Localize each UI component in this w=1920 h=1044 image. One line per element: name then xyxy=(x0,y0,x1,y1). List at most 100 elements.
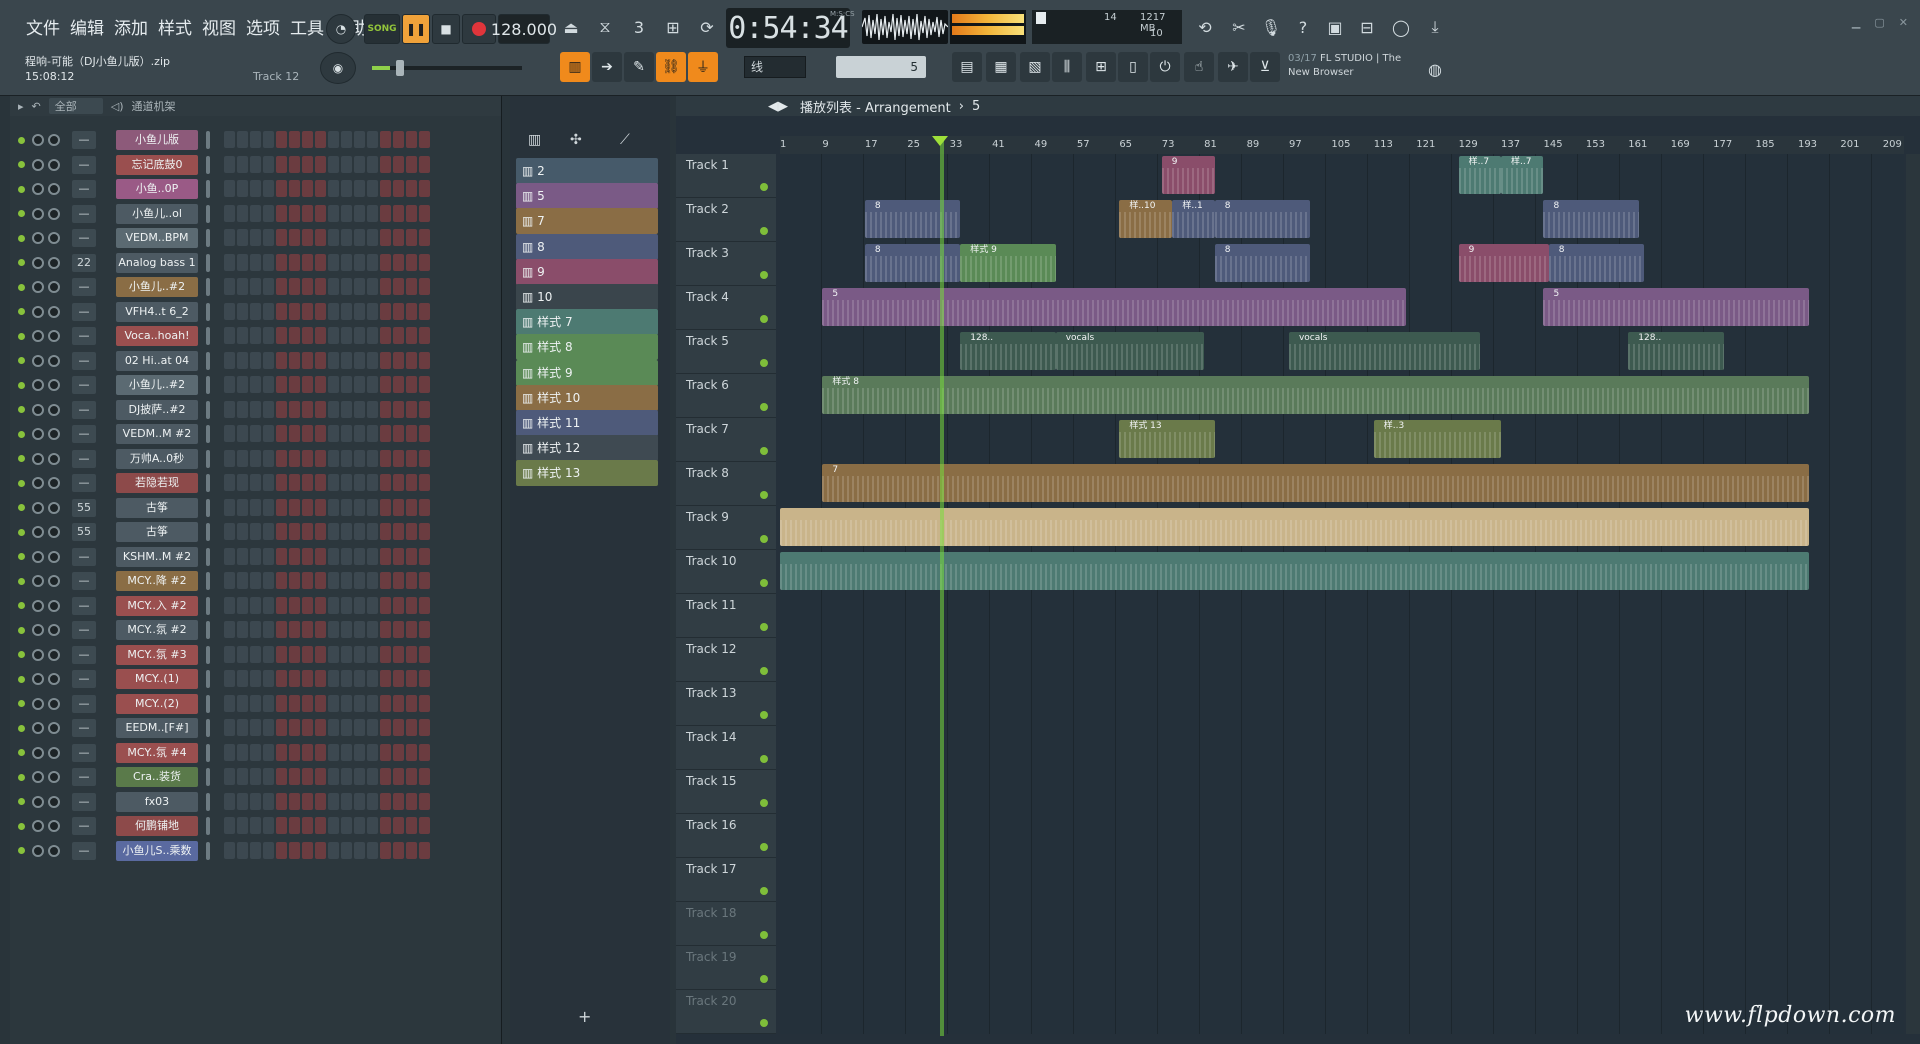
step-button[interactable] xyxy=(406,670,417,687)
step-button[interactable] xyxy=(315,645,326,663)
step-button[interactable] xyxy=(354,229,365,246)
channel-led[interactable] xyxy=(18,283,25,291)
step-button[interactable] xyxy=(380,817,391,834)
channel-led[interactable] xyxy=(18,455,25,462)
step-button[interactable] xyxy=(354,670,365,687)
step-button[interactable] xyxy=(406,498,417,516)
volume-knob[interactable] xyxy=(32,624,44,636)
step-button[interactable] xyxy=(250,327,261,344)
step-button[interactable] xyxy=(263,523,274,540)
step-button[interactable] xyxy=(224,204,235,222)
step-button[interactable] xyxy=(328,474,339,491)
channel-name-button[interactable]: MCY..氛 #2 xyxy=(116,620,198,640)
mixer-track-number[interactable]: — xyxy=(72,302,96,321)
step-button[interactable] xyxy=(315,572,326,589)
step-button[interactable] xyxy=(237,596,248,614)
step-button[interactable] xyxy=(406,474,417,491)
playlist-clip[interactable]: vocals xyxy=(1055,332,1205,370)
step-button[interactable] xyxy=(393,498,404,516)
step-button[interactable] xyxy=(380,547,391,565)
step-button[interactable] xyxy=(341,547,352,565)
step-button[interactable] xyxy=(302,131,313,148)
step-button[interactable] xyxy=(380,719,391,736)
channel-select-indicator[interactable] xyxy=(206,841,210,860)
pan-knob[interactable] xyxy=(48,820,60,832)
microphone-icon[interactable]: 🎙 xyxy=(1256,10,1286,44)
step-button[interactable] xyxy=(367,400,378,418)
track-mute-led[interactable] xyxy=(760,931,768,939)
step-button[interactable] xyxy=(406,302,417,320)
step-button[interactable] xyxy=(393,841,404,859)
menu-add[interactable]: 添加 xyxy=(110,12,152,41)
step-button[interactable] xyxy=(367,131,378,148)
step-button[interactable] xyxy=(341,327,352,344)
mixer-track-number[interactable]: — xyxy=(72,327,96,345)
step-button[interactable] xyxy=(263,719,274,736)
volume-knob[interactable] xyxy=(32,722,44,734)
mixer-track-number[interactable]: — xyxy=(72,400,96,419)
playlist-clip[interactable]: 样..10 xyxy=(1119,200,1173,238)
step-button[interactable] xyxy=(237,743,248,761)
step-button[interactable] xyxy=(276,327,287,344)
pan-knob[interactable] xyxy=(48,134,60,146)
step-button[interactable] xyxy=(380,498,391,516)
playlist-clip[interactable]: 9 xyxy=(1161,156,1215,194)
step-button[interactable] xyxy=(380,229,391,246)
step-button[interactable] xyxy=(276,743,287,761)
step-button[interactable] xyxy=(393,694,404,712)
channel-led[interactable] xyxy=(18,773,25,781)
step-button[interactable] xyxy=(289,498,300,516)
step-button[interactable] xyxy=(367,694,378,712)
step-button[interactable] xyxy=(393,817,404,834)
step-button[interactable] xyxy=(302,302,313,320)
step-button[interactable] xyxy=(380,131,391,148)
step-button[interactable] xyxy=(289,400,300,418)
step-button[interactable] xyxy=(419,768,430,785)
step-button[interactable] xyxy=(315,351,326,369)
track-header[interactable]: Track 16 xyxy=(676,814,776,858)
track-mute-led[interactable] xyxy=(760,359,768,367)
step-button[interactable] xyxy=(328,425,339,442)
step-button[interactable] xyxy=(419,792,430,810)
step-button[interactable] xyxy=(302,817,313,834)
step-button[interactable] xyxy=(315,474,326,491)
step-button[interactable] xyxy=(315,768,326,785)
channel-led[interactable] xyxy=(18,602,25,609)
track-header[interactable]: Track 18 xyxy=(676,902,776,946)
track-header[interactable]: Track 20 xyxy=(676,990,776,1034)
step-button[interactable] xyxy=(289,302,300,320)
channel-select-indicator[interactable] xyxy=(206,327,210,345)
step-button[interactable] xyxy=(328,719,339,736)
step-button[interactable] xyxy=(354,180,365,197)
step-button[interactable] xyxy=(419,621,430,638)
step-button[interactable] xyxy=(393,425,404,442)
step-button[interactable] xyxy=(328,547,339,565)
step-button[interactable] xyxy=(354,376,365,393)
track-mute-led[interactable] xyxy=(760,887,768,895)
step-button[interactable] xyxy=(328,768,339,785)
step-button[interactable] xyxy=(367,719,378,736)
step-button[interactable] xyxy=(263,547,274,565)
picker-pattern-item[interactable]: ▥ 9 xyxy=(516,258,658,285)
picker-pattern-item[interactable]: ▥ 8 xyxy=(516,233,658,260)
step-button[interactable] xyxy=(224,474,235,491)
channel-led[interactable] xyxy=(18,234,25,242)
step-button[interactable] xyxy=(354,547,365,565)
track-mute-led[interactable] xyxy=(760,315,768,323)
step-button[interactable] xyxy=(315,155,326,173)
step-button[interactable] xyxy=(393,229,404,246)
step-button[interactable] xyxy=(419,180,430,197)
track-mute-led[interactable] xyxy=(760,711,768,719)
step-button[interactable] xyxy=(302,792,313,810)
step-button[interactable] xyxy=(289,596,300,614)
step-button[interactable] xyxy=(250,547,261,565)
step-button[interactable] xyxy=(302,596,313,614)
volume-knob[interactable] xyxy=(32,403,44,416)
step-button[interactable] xyxy=(224,425,235,442)
step-button[interactable] xyxy=(224,768,235,785)
track-header[interactable]: Track 7 xyxy=(676,418,776,462)
step-button[interactable] xyxy=(380,474,391,491)
step-button[interactable] xyxy=(341,572,352,589)
step-button[interactable] xyxy=(341,253,352,271)
step-button[interactable] xyxy=(224,253,235,271)
